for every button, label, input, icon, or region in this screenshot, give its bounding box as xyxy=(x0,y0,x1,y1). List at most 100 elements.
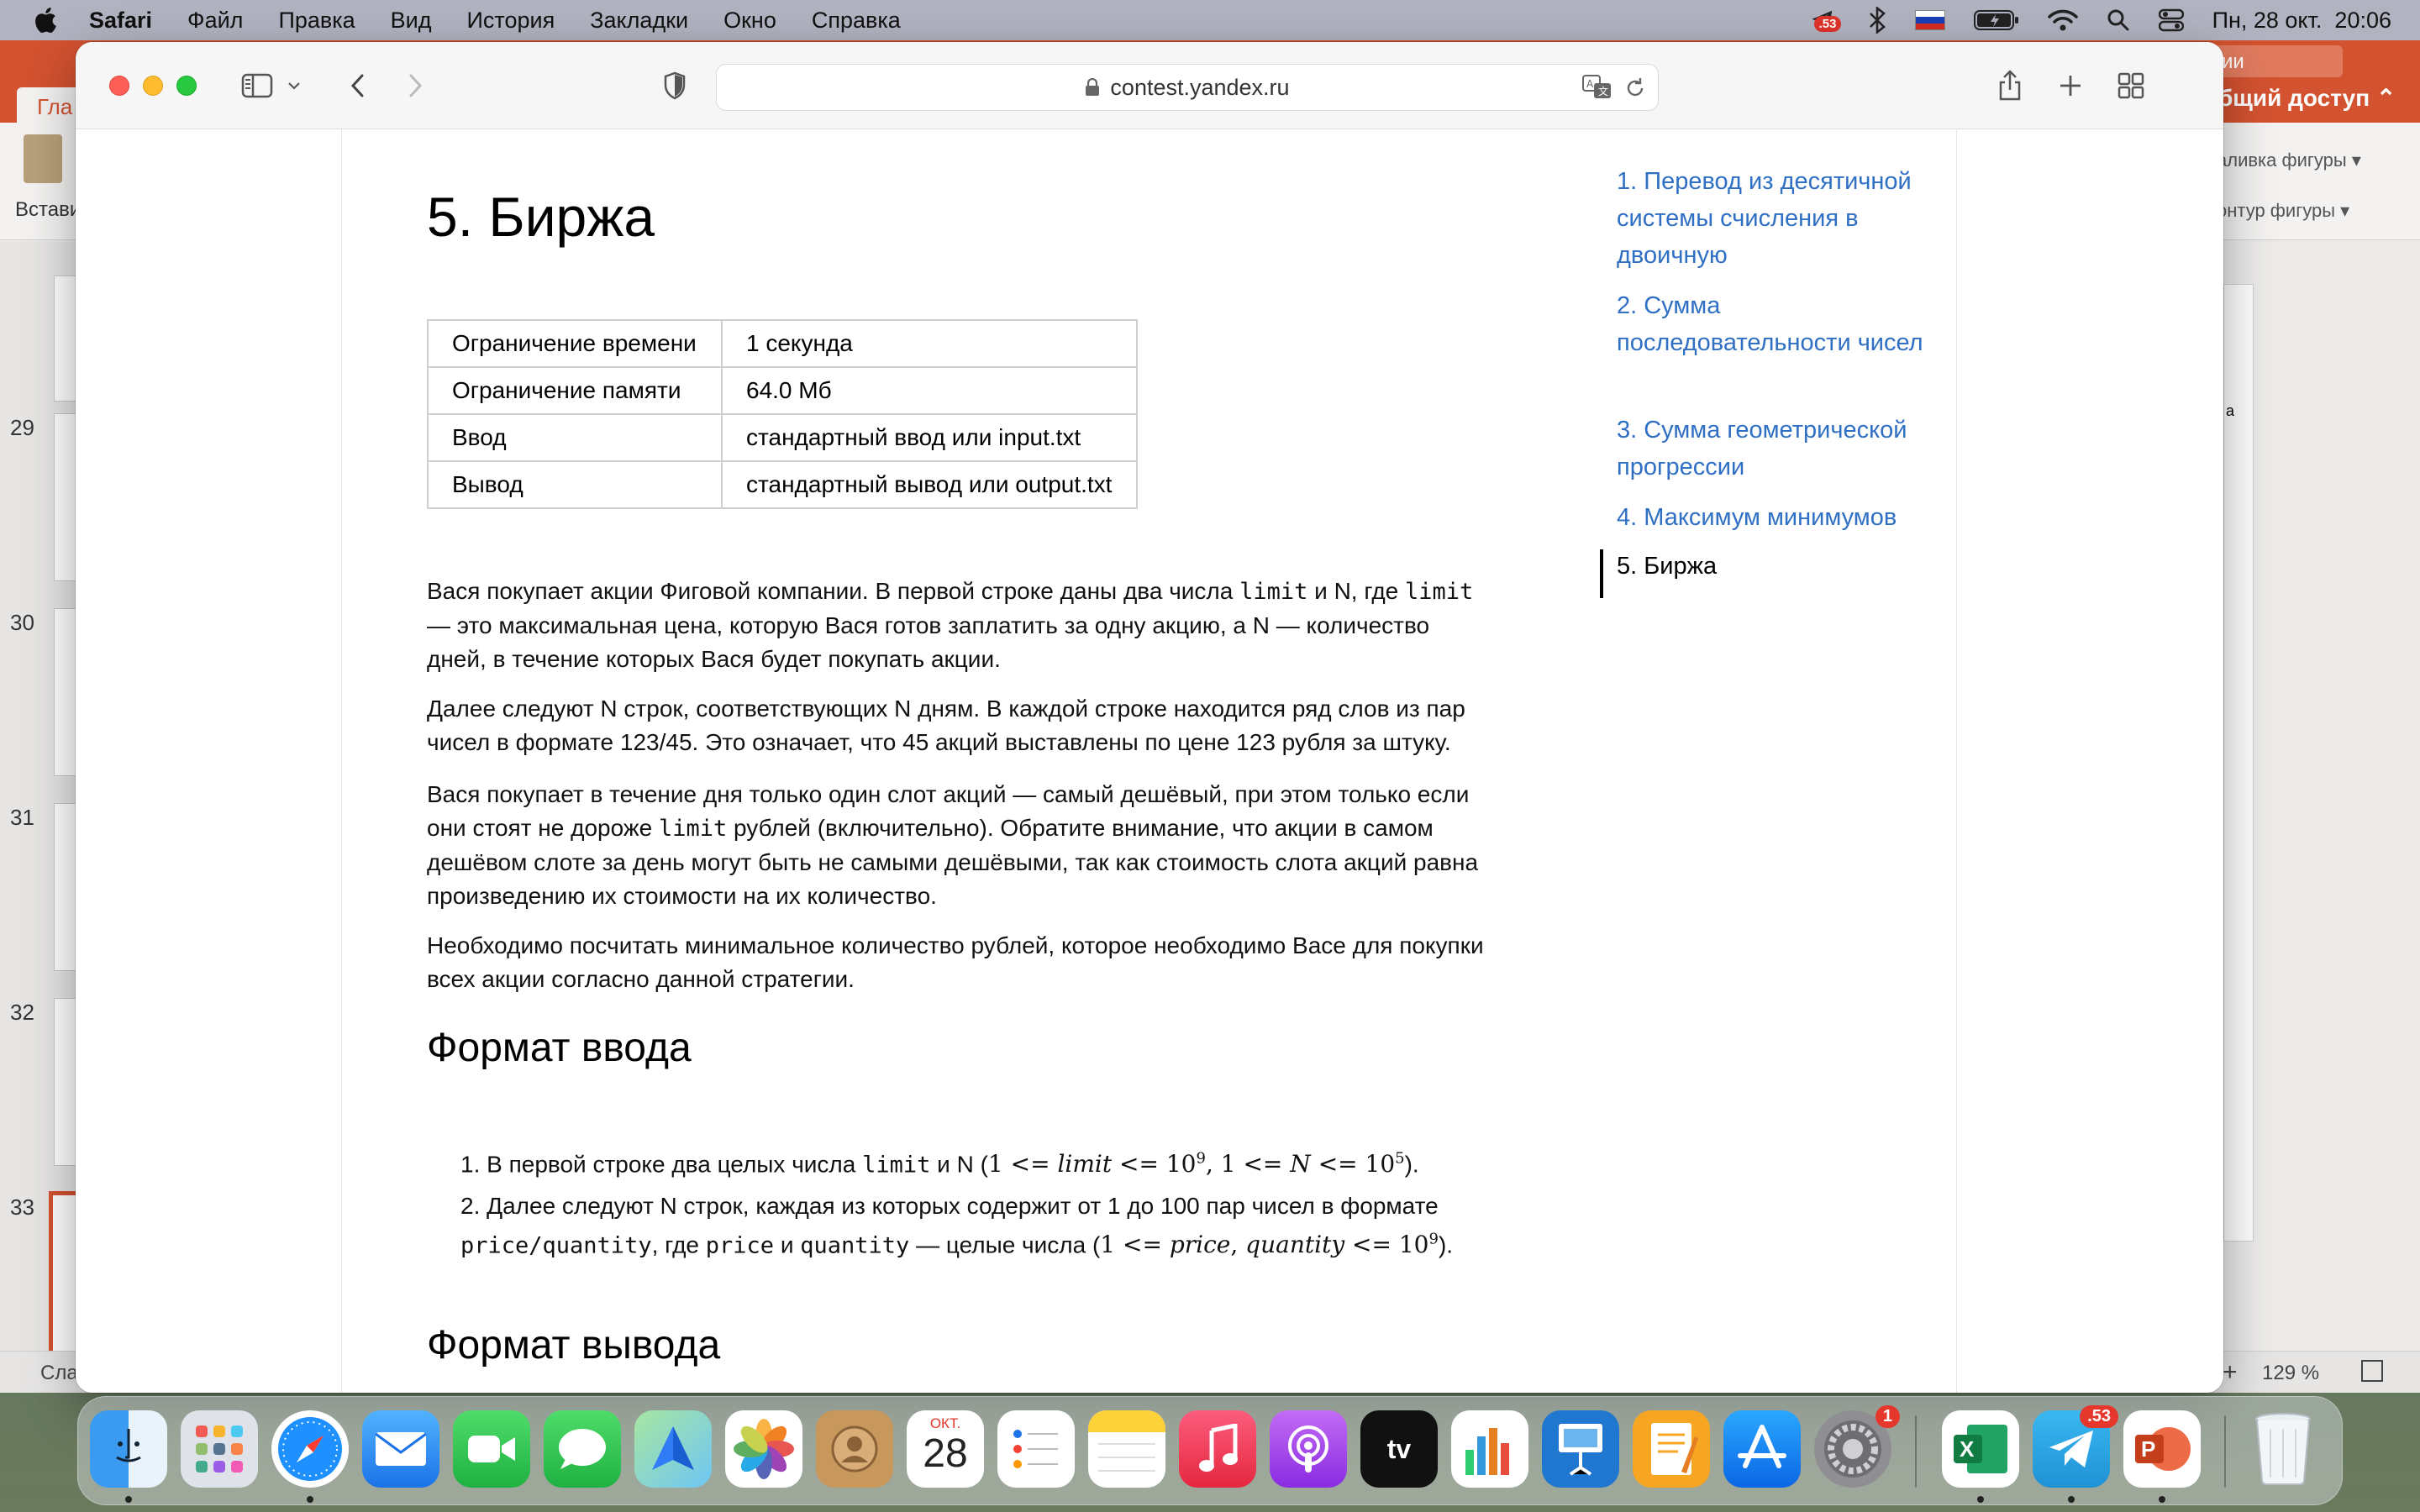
code-limit: limit xyxy=(1405,579,1474,605)
code-limit: limit xyxy=(862,1152,931,1179)
excel-icon[interactable]: X xyxy=(1942,1410,2019,1488)
list-item-text: ). xyxy=(1438,1231,1454,1258)
ppt-shape-fill[interactable]: аливка фигуры ▾ xyxy=(2217,150,2361,171)
telegram-menubar-icon[interactable]: .53 xyxy=(1806,6,1842,34)
toc-item-geometric-sum[interactable]: 3. Сумма геометрической прогрессии xyxy=(1617,412,1936,486)
table-row: Ограничение времени 1 секунда xyxy=(427,319,1138,368)
minimize-window-button[interactable] xyxy=(143,76,163,96)
sidebar-toggle-icon[interactable] xyxy=(239,67,276,104)
limit-value: стандартный ввод или input.txt xyxy=(721,413,1138,462)
wifi-icon[interactable] xyxy=(2047,6,2078,34)
spotlight-search-icon[interactable] xyxy=(2107,6,2130,34)
toc-item-exchange[interactable]: 5. Биржа xyxy=(1600,548,1936,598)
privacy-shield-icon[interactable] xyxy=(660,67,689,104)
limit-key: Вывод xyxy=(427,460,723,509)
reminders-icon[interactable] xyxy=(997,1410,1075,1488)
menubar-clock[interactable]: Пн, 28 окт. 20:06 xyxy=(2212,8,2391,34)
menu-help[interactable]: Справка xyxy=(812,8,901,34)
powerpoint-icon[interactable]: P xyxy=(2123,1410,2201,1488)
maps-icon[interactable] xyxy=(634,1410,712,1488)
safari-icon[interactable] xyxy=(271,1410,349,1488)
menu-view[interactable]: Вид xyxy=(391,8,432,34)
list-item-text: и N ( xyxy=(930,1151,988,1178)
ppt-slide-canvas[interactable]: a xyxy=(2223,284,2254,1242)
notes-icon[interactable] xyxy=(1088,1410,1165,1488)
reload-icon[interactable] xyxy=(1624,76,1646,106)
pages-icon[interactable] xyxy=(1633,1410,1710,1488)
close-window-button[interactable] xyxy=(109,76,129,96)
toc-item-binary-conversion[interactable]: 1. Перевод из десятичной системы счислен… xyxy=(1617,163,1936,274)
chevron-up-icon: ⌃ xyxy=(2375,85,2396,111)
back-button[interactable] xyxy=(345,67,370,104)
translate-icon[interactable]: A文 xyxy=(1582,75,1612,106)
input-source-flag-icon[interactable] xyxy=(1914,6,1945,34)
apple-menu-icon[interactable] xyxy=(32,5,62,35)
limit-value: 64.0 Мб xyxy=(721,366,1138,415)
menu-app-safari[interactable]: Safari xyxy=(89,8,152,34)
menu-edit[interactable]: Правка xyxy=(278,8,355,34)
music-icon[interactable] xyxy=(1179,1410,1256,1488)
toc-item-max-of-mins[interactable]: 4. Максимум минимумов xyxy=(1617,499,1936,536)
settings-badge: 1 xyxy=(1875,1405,1900,1428)
battery-icon[interactable] xyxy=(1973,6,2019,34)
dock-running-indicator xyxy=(1977,1496,1984,1503)
limit-key: Ограничение времени xyxy=(427,319,723,368)
calendar-icon[interactable]: ОКТ. 28 xyxy=(907,1410,984,1488)
facetime-icon[interactable] xyxy=(453,1410,530,1488)
finder-icon[interactable] xyxy=(90,1410,167,1488)
menu-window[interactable]: Окно xyxy=(723,8,776,34)
slide-number: 29 xyxy=(10,415,34,440)
list-item-text: ). xyxy=(1404,1151,1419,1178)
menu-history[interactable]: История xyxy=(467,8,555,34)
mail-icon[interactable] xyxy=(362,1410,439,1488)
system-preferences-icon[interactable]: 1 xyxy=(1814,1405,1900,1488)
telegram-icon[interactable]: .53 xyxy=(2033,1405,2118,1488)
slide-number: 33 xyxy=(10,1194,34,1220)
messages-icon[interactable] xyxy=(544,1410,621,1488)
podcasts-icon[interactable] xyxy=(1270,1410,1347,1488)
ppt-share-button[interactable]: бщий доступ ⌃ xyxy=(2218,84,2396,112)
toc-item-label: 5. Биржа xyxy=(1617,553,1718,580)
statement-text: и N, где xyxy=(1307,578,1406,604)
photos-icon[interactable] xyxy=(725,1410,802,1488)
code-limit: limit xyxy=(1239,579,1308,605)
ppt-zoom-level[interactable]: 129 % xyxy=(2262,1362,2319,1385)
clipboard-icon[interactable] xyxy=(24,134,62,183)
launchpad-icon[interactable] xyxy=(181,1410,258,1488)
limit-key: Ввод xyxy=(427,413,723,462)
trash-icon[interactable] xyxy=(2244,1410,2322,1488)
address-bar[interactable]: contest.yandex.ru A文 xyxy=(716,64,1659,111)
ppt-tab-home[interactable]: Гла xyxy=(17,87,84,123)
app-store-icon[interactable] xyxy=(1723,1410,1801,1488)
ppt-search-field[interactable]: ии xyxy=(2210,45,2343,77)
keynote-icon[interactable] xyxy=(1542,1410,1619,1488)
slide-number: 31 xyxy=(10,805,34,830)
url-text[interactable]: contest.yandex.ru xyxy=(1110,75,1289,101)
tab-overview-icon[interactable] xyxy=(2116,67,2146,104)
apple-tv-icon[interactable]: tv xyxy=(1360,1410,1438,1488)
fullscreen-window-button[interactable] xyxy=(176,76,197,96)
ppt-shape-outline[interactable]: онтур фигуры ▾ xyxy=(2217,200,2349,222)
limit-value: 1 секунда xyxy=(721,319,1138,368)
fit-to-window-icon[interactable] xyxy=(2361,1360,2383,1382)
statement-paragraph-1: Вася покупает акции Фиговой компании. В … xyxy=(427,575,1487,676)
menu-bookmarks[interactable]: Закладки xyxy=(590,8,688,34)
zoom-in-icon[interactable]: + xyxy=(2223,1358,2238,1387)
bluetooth-icon[interactable] xyxy=(1868,6,1886,34)
slide-number: 32 xyxy=(10,1000,34,1025)
toc-item-sequence-sum[interactable]: 2. Сумма последовательности чисел xyxy=(1617,287,1936,361)
new-tab-icon[interactable] xyxy=(2055,67,2086,104)
forward-button[interactable] xyxy=(403,67,429,104)
control-center-icon[interactable] xyxy=(2158,6,2184,34)
chevron-down-icon[interactable] xyxy=(286,67,302,104)
share-icon[interactable] xyxy=(1995,67,2025,104)
contacts-icon[interactable] xyxy=(816,1410,893,1488)
list-item-text: , где xyxy=(651,1231,706,1258)
page-left-divider xyxy=(341,129,342,1393)
menu-file[interactable]: Файл xyxy=(187,8,243,34)
dock-running-indicator xyxy=(2068,1496,2075,1503)
statement-paragraph-3: Вася покупает в течение дня только один … xyxy=(427,778,1487,913)
numbers-icon[interactable] xyxy=(1451,1410,1528,1488)
page-right-divider xyxy=(1956,129,1957,1393)
limit-value: стандартный вывод или output.txt xyxy=(721,460,1138,509)
